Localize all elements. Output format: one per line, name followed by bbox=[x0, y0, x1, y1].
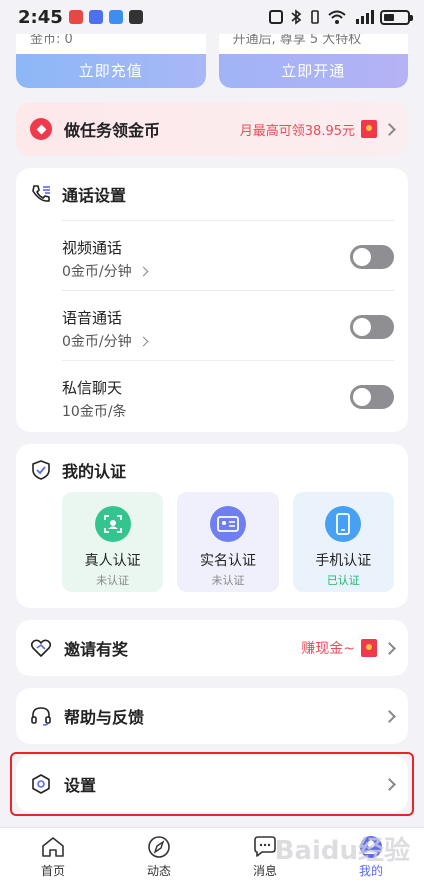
vibrate-icon bbox=[311, 10, 319, 24]
private-chat-toggle[interactable] bbox=[350, 385, 394, 409]
phone-cert-label: 手机认证 bbox=[315, 553, 372, 569]
video-call-label: 视频通话 bbox=[62, 239, 123, 257]
video-call-row: 视频通话 0金币/分钟 bbox=[62, 220, 394, 290]
private-chat-price-text: 10金币/条 bbox=[62, 404, 127, 420]
red-packet-icon bbox=[361, 639, 377, 657]
invite-row[interactable]: 邀请有奖 赚现金~ bbox=[16, 620, 408, 676]
red-packet-icon bbox=[361, 120, 377, 138]
call-settings-card: 通话设置 视频通话 0金币/分钟 语音通话 0金币/分钟 私信聊天 10金币/条 bbox=[16, 168, 408, 432]
bottom-tab-bar: 首页 动态 消息 我的 bbox=[0, 827, 424, 885]
notification-app-icon bbox=[108, 10, 123, 24]
real-person-cert[interactable]: 真人认证 未认证 bbox=[62, 492, 164, 592]
chevron-right-icon bbox=[383, 122, 396, 136]
tab-messages[interactable]: 消息 bbox=[212, 828, 318, 885]
voice-call-toggle[interactable] bbox=[350, 315, 394, 339]
call-settings-title: 通话设置 bbox=[62, 186, 127, 205]
notification-app-icon bbox=[88, 10, 103, 24]
heart-handshake-icon bbox=[30, 639, 52, 657]
shield-check-icon bbox=[32, 460, 50, 480]
profile-icon bbox=[360, 835, 382, 858]
task-promo: 月最高可领38.95元 bbox=[239, 123, 355, 139]
message-icon bbox=[254, 835, 276, 857]
private-chat-price: 10金币/条 bbox=[62, 401, 127, 421]
tab-moments[interactable]: 动态 bbox=[106, 828, 212, 885]
settings-highlight-box bbox=[10, 752, 414, 816]
signal-icon bbox=[356, 10, 374, 24]
notification-app-icon bbox=[128, 10, 143, 24]
battery-icon bbox=[380, 9, 413, 25]
tab-profile-label: 我的 bbox=[358, 863, 383, 878]
tab-profile[interactable]: 我的 bbox=[318, 828, 424, 885]
help-feedback-row[interactable]: 帮助与反馈 bbox=[16, 688, 408, 744]
certification-card: 我的认证 真人认证 未认证 实名认证 未认证 手机认证 已认证 bbox=[16, 444, 408, 608]
home-icon bbox=[42, 836, 64, 857]
tab-messages-label: 消息 bbox=[252, 863, 277, 878]
recharge-button[interactable]: 立即充值 bbox=[16, 54, 206, 88]
headset-icon bbox=[31, 707, 51, 726]
help-feedback-label: 帮助与反馈 bbox=[64, 708, 145, 727]
tab-moments-label: 动态 bbox=[146, 863, 171, 878]
status-bar: 2:45 bbox=[0, 0, 424, 34]
chevron-right-icon bbox=[138, 266, 149, 276]
task-banner[interactable]: 做任务领金币 月最高可领38.95元 bbox=[16, 102, 408, 156]
voice-call-price-text: 0金币/分钟 bbox=[62, 334, 132, 350]
video-call-price[interactable]: 0金币/分钟 bbox=[62, 261, 149, 281]
real-name-cert-status: 未认证 bbox=[211, 574, 245, 587]
task-title: 做任务领金币 bbox=[64, 121, 161, 140]
private-chat-label: 私信聊天 bbox=[62, 379, 123, 397]
tab-home-label: 首页 bbox=[40, 863, 65, 878]
phone-settings-icon bbox=[32, 185, 50, 202]
chevron-right-icon bbox=[383, 641, 396, 655]
private-chat-row: 私信聊天 10金币/条 bbox=[62, 360, 394, 430]
tab-home[interactable]: 首页 bbox=[0, 828, 106, 885]
diamond-icon bbox=[30, 118, 52, 140]
id-card-icon bbox=[209, 506, 246, 542]
real-name-cert[interactable]: 实名认证 未认证 bbox=[177, 492, 279, 592]
wifi-icon bbox=[328, 10, 346, 24]
open-vip-button[interactable]: 立即开通 bbox=[218, 54, 408, 88]
real-name-cert-label: 实名认证 bbox=[199, 553, 256, 569]
chevron-right-icon bbox=[383, 709, 396, 723]
bluetooth-icon bbox=[291, 9, 302, 25]
notification-app-icon bbox=[68, 10, 83, 24]
nfc-icon bbox=[269, 10, 283, 24]
chevron-right-icon bbox=[138, 336, 149, 346]
voice-call-label: 语音通话 bbox=[62, 309, 123, 327]
phone-icon bbox=[325, 506, 362, 542]
invite-promo: 赚现金~ bbox=[301, 641, 355, 657]
status-time: 2:45 bbox=[18, 6, 63, 28]
video-call-price-text: 0金币/分钟 bbox=[62, 264, 132, 280]
invite-label: 邀请有奖 bbox=[64, 640, 129, 659]
phone-cert[interactable]: 手机认证 已认证 bbox=[292, 492, 394, 592]
voice-call-price[interactable]: 0金币/分钟 bbox=[62, 331, 149, 351]
real-person-cert-status: 未认证 bbox=[96, 574, 130, 587]
video-call-toggle[interactable] bbox=[350, 245, 394, 269]
certification-title: 我的认证 bbox=[62, 462, 127, 481]
voice-call-row: 语音通话 0金币/分钟 bbox=[62, 290, 394, 360]
compass-icon bbox=[148, 835, 170, 858]
real-person-cert-label: 真人认证 bbox=[84, 553, 141, 569]
face-scan-icon bbox=[94, 506, 131, 542]
phone-cert-status: 已认证 bbox=[326, 574, 360, 587]
